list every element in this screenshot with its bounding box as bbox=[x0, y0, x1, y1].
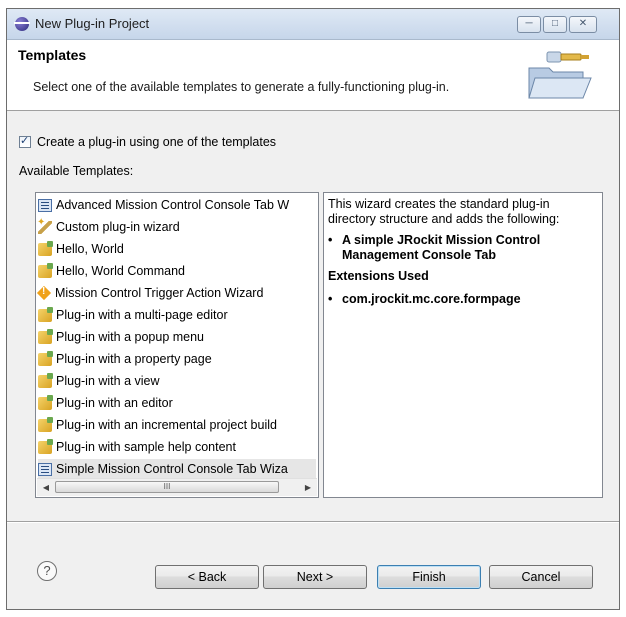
new-plugin-project-window: New Plug-in Project ─ □ ✕ Templates Sele… bbox=[6, 8, 620, 610]
list-item-label: Plug-in with an incremental project buil… bbox=[56, 418, 277, 432]
plugin-icon bbox=[38, 328, 53, 344]
finish-button[interactable]: Finish bbox=[377, 565, 481, 589]
list-item-label: Plug-in with a multi-page editor bbox=[56, 308, 228, 322]
list-item-label: Custom plug-in wizard bbox=[56, 220, 180, 234]
list-item[interactable]: Advanced Mission Control Console Tab W bbox=[38, 195, 289, 215]
available-templates-label: Available Templates: bbox=[19, 164, 134, 178]
wizard-header: Templates Select one of the available te… bbox=[7, 40, 619, 111]
plugin-icon bbox=[38, 240, 53, 256]
list-item[interactable]: Plug-in with a property page bbox=[38, 349, 212, 369]
console-tab-icon bbox=[38, 198, 52, 212]
plugin-icon bbox=[38, 394, 53, 410]
horizontal-scrollbar[interactable]: ◀ III ▶ bbox=[37, 478, 317, 496]
list-item[interactable]: Plug-in with a popup menu bbox=[38, 327, 204, 347]
back-button[interactable]: < Back bbox=[155, 565, 259, 589]
close-icon: ✕ bbox=[578, 18, 588, 29]
list-item[interactable]: Mission Control Trigger Action Wizard bbox=[38, 283, 263, 303]
cancel-button[interactable]: Cancel bbox=[489, 565, 593, 589]
help-icon: ? bbox=[43, 563, 51, 578]
plugin-icon bbox=[38, 372, 53, 388]
list-item-selected[interactable]: Simple Mission Control Console Tab Wiza bbox=[38, 459, 316, 479]
extension-bullet: • com.jrockit.mc.core.formpage bbox=[328, 292, 598, 307]
plugin-icon bbox=[38, 306, 53, 322]
use-template-checkbox[interactable] bbox=[19, 134, 31, 148]
scrollbar-grip: III bbox=[163, 482, 171, 491]
list-item[interactable]: Plug-in with a multi-page editor bbox=[38, 305, 228, 325]
maximize-icon: □ bbox=[551, 18, 559, 29]
list-item-label: Simple Mission Control Console Tab Wiza bbox=[56, 462, 288, 476]
templates-list[interactable]: Advanced Mission Control Console Tab W C… bbox=[35, 192, 319, 498]
list-item-label: Plug-in with a popup menu bbox=[56, 330, 205, 344]
list-item[interactable]: Plug-in with a view bbox=[38, 371, 160, 391]
list-item-label: Advanced Mission Control Console Tab W bbox=[56, 198, 290, 212]
list-item-label: Plug-in with a view bbox=[56, 374, 160, 388]
list-item[interactable]: Plug-in with an editor bbox=[38, 393, 173, 413]
use-template-label: Create a plug-in using one of the templa… bbox=[37, 135, 277, 149]
scroll-right-arrow-icon[interactable]: ▶ bbox=[301, 481, 315, 494]
close-button[interactable]: ✕ bbox=[569, 16, 597, 33]
list-item[interactable]: Custom plug-in wizard bbox=[37, 217, 180, 237]
next-button[interactable]: Next > bbox=[263, 565, 367, 589]
list-item[interactable]: Hello, World Command bbox=[38, 261, 185, 281]
description-intro: This wizard creates the standard plug-in… bbox=[328, 197, 560, 226]
bullet-icon: • bbox=[328, 233, 333, 247]
help-button[interactable]: ? bbox=[37, 561, 57, 581]
scrollbar-thumb[interactable]: III bbox=[55, 481, 279, 493]
list-item[interactable]: Hello, World bbox=[38, 239, 124, 259]
template-description-pane: This wizard creates the standard plug-in… bbox=[323, 192, 603, 498]
folder-wizard-icon bbox=[528, 51, 592, 99]
window-title: New Plug-in Project bbox=[35, 16, 150, 31]
wizard-wand-icon bbox=[37, 217, 52, 234]
scroll-left-arrow-icon[interactable]: ◀ bbox=[39, 481, 53, 494]
use-template-option[interactable]: Create a plug-in using one of the templa… bbox=[19, 134, 277, 149]
list-item-label: Plug-in with an editor bbox=[56, 396, 173, 410]
bullet-text: com.jrockit.mc.core.formpage bbox=[342, 292, 521, 306]
plugin-icon bbox=[38, 350, 53, 366]
list-item-label: Mission Control Trigger Action Wizard bbox=[55, 286, 264, 300]
eclipse-icon bbox=[14, 17, 30, 31]
description-bullet: • A simple JRockit Mission Control Manag… bbox=[328, 233, 598, 263]
bullet-icon: • bbox=[328, 292, 333, 306]
minimize-button[interactable]: ─ bbox=[517, 16, 541, 33]
trigger-icon bbox=[38, 286, 51, 300]
list-item-label: Hello, World Command bbox=[56, 264, 185, 278]
plugin-icon bbox=[38, 416, 53, 432]
button-bar-separator bbox=[7, 521, 619, 523]
maximize-button[interactable]: □ bbox=[543, 16, 567, 33]
minimize-icon: ─ bbox=[525, 18, 533, 29]
list-item[interactable]: Plug-in with an incremental project buil… bbox=[38, 415, 277, 435]
title-bar[interactable]: New Plug-in Project ─ □ ✕ bbox=[7, 9, 619, 40]
bullet-text: A simple JRockit Mission Control Managem… bbox=[342, 233, 541, 262]
list-item-label: Hello, World bbox=[56, 242, 124, 256]
extensions-heading: Extensions Used bbox=[328, 269, 429, 283]
page-title: Templates bbox=[18, 47, 87, 63]
plugin-icon bbox=[38, 262, 53, 278]
console-tab-icon bbox=[38, 462, 52, 476]
page-description: Select one of the available templates to… bbox=[33, 80, 450, 94]
list-item[interactable]: Plug-in with sample help content bbox=[38, 437, 236, 457]
plugin-icon bbox=[38, 438, 53, 454]
list-item-label: Plug-in with sample help content bbox=[56, 440, 236, 454]
list-item-label: Plug-in with a property page bbox=[56, 352, 212, 366]
